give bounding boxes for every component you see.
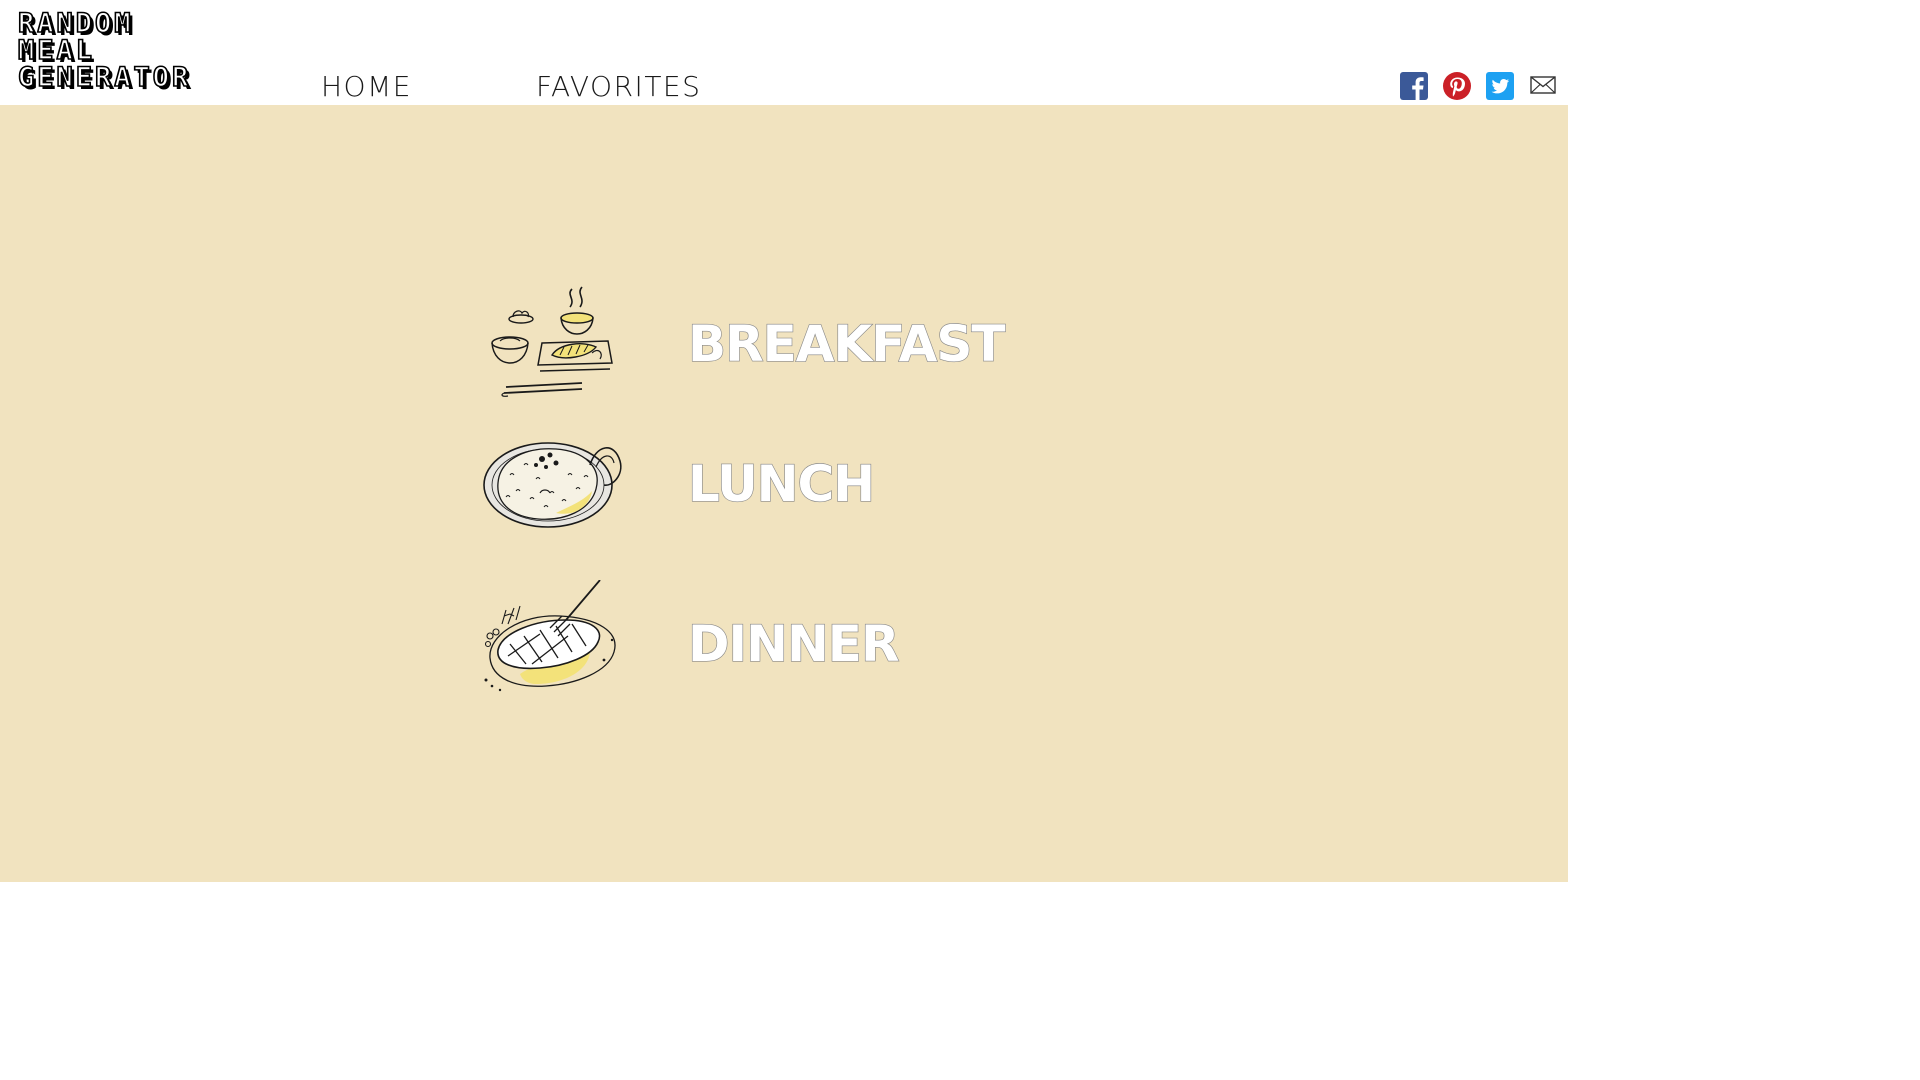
lunch-option[interactable]: LUNCH: [480, 435, 1000, 555]
pinterest-icon[interactable]: [1443, 72, 1471, 100]
logo-line-3: GENERATOR: [17, 62, 192, 93]
steak-plate-icon: [484, 580, 616, 692]
mail-icon[interactable]: [1530, 74, 1558, 102]
site-logo[interactable]: RANDOM MEAL GENERATOR: [17, 8, 192, 93]
dinner-option[interactable]: DINNER: [480, 580, 1000, 700]
breakfast-option[interactable]: BREAKFAST: [480, 285, 1006, 405]
logo-line-2: MEAL: [17, 35, 96, 66]
nav-home-link[interactable]: HOME: [321, 70, 412, 103]
meal-selection-area: BREAKFAST LUNCH DINNER: [0, 105, 1568, 882]
facebook-icon[interactable]: [1400, 72, 1428, 100]
breakfast-label[interactable]: BREAKFAST: [687, 314, 1006, 373]
logo-line-1: RANDOM: [17, 8, 134, 39]
dinner-label[interactable]: DINNER: [687, 614, 900, 673]
fried-rice-plate-icon: [483, 442, 622, 528]
breakfast-tray-icon: [491, 286, 613, 397]
lunch-label[interactable]: LUNCH: [687, 454, 875, 513]
twitter-icon[interactable]: [1486, 72, 1514, 100]
nav-favorites-link[interactable]: FAVORITES: [536, 70, 701, 103]
site-header: RANDOM MEAL GENERATOR HOME FAVORITES: [0, 0, 1568, 105]
